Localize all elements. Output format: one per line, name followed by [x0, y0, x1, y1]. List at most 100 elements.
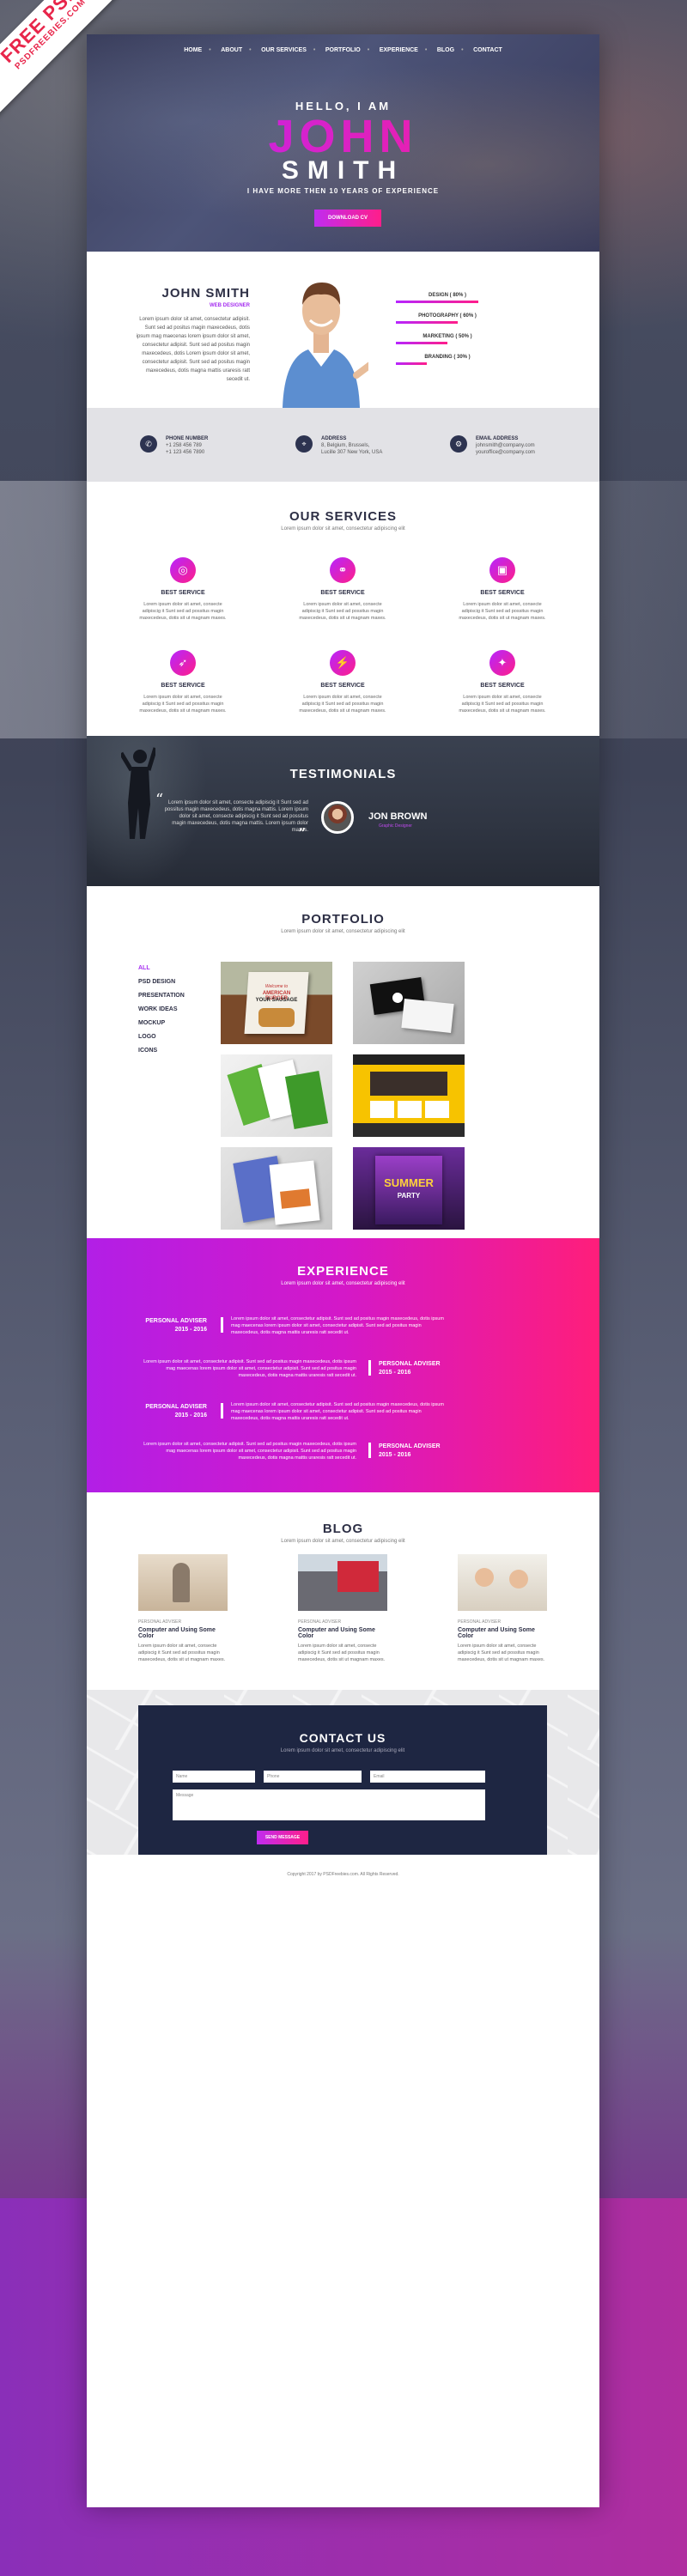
- testimonials-section: TESTIMONIALS “ Lorem ipsum dolor sit ame…: [87, 736, 599, 886]
- job-title: PERSONAL ADVISER: [379, 1443, 441, 1449]
- phone-field[interactable]: Phone: [264, 1771, 362, 1783]
- service-card[interactable]: ▣ BEST SERVICE Lorem ipsum dolor sit amet,…: [458, 557, 547, 622]
- service-card[interactable]: ⚡ BEST SERVICE Lorem ipsum dolor sit amet,…: [298, 650, 387, 714]
- email-field[interactable]: Email: [370, 1771, 485, 1783]
- nav-about[interactable]: ABOUT: [209, 47, 252, 53]
- services-title: OUR SERVICES: [289, 509, 398, 524]
- experience-job-1: PERSONAL ADVISER 2015 - 2016: [138, 1317, 207, 1334]
- job-title: PERSONAL ADVISER: [145, 1404, 207, 1410]
- hero-last-name: SMITH: [281, 156, 405, 185]
- service-card[interactable]: ⚭ BEST SERVICE Lorem ipsum dolor sit amet,…: [298, 557, 387, 622]
- picture-icon: ▣: [489, 557, 515, 583]
- skill-bar: [396, 301, 478, 303]
- testimonial-name: JON BROWN: [368, 811, 428, 822]
- portfolio-item-menu[interactable]: Welcome to AMERICAN BURGER YOUR SAUSAGE: [221, 962, 332, 1044]
- quote-close-icon: ”: [298, 825, 307, 843]
- experience-section: EXPERIENCE Lorem ipsum dolor sit amet, c…: [87, 1238, 599, 1492]
- service-card[interactable]: ✦ BEST SERVICE Lorem ipsum dolor sit amet,…: [458, 650, 547, 714]
- skill-design: DESIGN ( 80% ): [396, 293, 499, 303]
- name-field[interactable]: Name: [173, 1771, 255, 1783]
- link-icon: ⚭: [330, 557, 356, 583]
- filter-all[interactable]: ALL: [138, 965, 185, 971]
- send-message-button[interactable]: SEND MESSAGE: [257, 1831, 308, 1844]
- contact-email-1[interactable]: johnsmith@company.com: [476, 443, 535, 448]
- portfolio-subtitle: Lorem ipsum dolor sit amet, consectetur …: [281, 929, 405, 934]
- portfolio-item-magazine[interactable]: [221, 1147, 332, 1230]
- experience-text-3: Lorem ipsum dolor sit amet, consectetur …: [231, 1402, 444, 1421]
- blog-image: [458, 1554, 547, 1611]
- phone-icon: ✆: [140, 435, 157, 453]
- about-name: JOHN SMITH: [161, 286, 250, 301]
- nav-home[interactable]: HOME: [174, 47, 211, 53]
- contact-phone: ✆ PHONE NUMBER +1 258 456 789 +1 123 456 7…: [140, 435, 208, 456]
- blog-post-title[interactable]: Computer and Using Some Color: [298, 1627, 387, 1639]
- blog-post-title[interactable]: Computer and Using Some Color: [458, 1627, 547, 1639]
- skill-label: DESIGN ( 80% ): [428, 293, 466, 298]
- blog-post[interactable]: PERSONAL ADVISER Computer and Using Some…: [458, 1554, 547, 1663]
- silhouette-figure: [121, 747, 155, 839]
- contact-form: CONTACT US Lorem ipsum dolor sit amet, c…: [138, 1705, 547, 1855]
- profile-photo: [283, 283, 368, 408]
- nav-portfolio[interactable]: PORTFOLIO: [313, 47, 370, 53]
- share-icon: ⚙: [450, 435, 467, 453]
- filter-presentation[interactable]: PRESENTATION: [138, 993, 185, 999]
- nav-services[interactable]: OUR SERVICES: [249, 47, 316, 53]
- skill-label: PHOTOGRAPHY ( 60% ): [418, 313, 477, 319]
- experience-divider: [221, 1317, 223, 1333]
- nav-contact[interactable]: CONTACT: [461, 47, 512, 53]
- download-cv-button[interactable]: DOWNLOAD CV: [314, 210, 381, 227]
- portfolio-item-business-cards[interactable]: [353, 962, 465, 1044]
- experience-job-4: PERSONAL ADVISER 2015 - 2016: [379, 1443, 447, 1460]
- filter-work-ideas[interactable]: WORK IDEAS: [138, 1006, 185, 1012]
- portfolio-item-summer-party[interactable]: SUMMER PARTY: [353, 1147, 465, 1230]
- service-title: BEST SERVICE: [480, 590, 525, 596]
- contact-subtitle: Lorem ipsum dolor sit amet, consectetur …: [280, 1748, 405, 1753]
- filter-mockup[interactable]: MOCKUP: [138, 1020, 185, 1026]
- blog-subtitle: Lorem ipsum dolor sit amet, consectetur …: [281, 1539, 405, 1544]
- blog-title: BLOG: [322, 1522, 364, 1536]
- experience-divider: [368, 1443, 371, 1458]
- about-section: JOHN SMITH WEB DESIGNER Lorem ipsum dolo…: [87, 252, 599, 408]
- filter-logo[interactable]: LOGO: [138, 1034, 185, 1040]
- skill-bar: [396, 321, 458, 324]
- footer-copyright: Copyright 2017 by PSDFreebies.com. All R…: [87, 1855, 599, 1896]
- message-field[interactable]: Message: [173, 1789, 485, 1820]
- testimonial-role: Graphic Designer: [379, 823, 412, 829]
- contact-email-2[interactable]: youroffice@company.com: [476, 450, 535, 455]
- blog-section: BLOG Lorem ipsum dolor sit amet, consect…: [87, 1492, 599, 1690]
- portfolio-item-website[interactable]: [353, 1054, 465, 1137]
- service-title: BEST SERVICE: [480, 683, 525, 689]
- filter-psd-design[interactable]: PSD DESIGN: [138, 979, 185, 985]
- blog-post[interactable]: PERSONAL ADVISER Computer and Using Some…: [138, 1554, 228, 1663]
- service-card[interactable]: ◎ BEST SERVICE Lorem ipsum dolor sit amet,…: [138, 557, 228, 622]
- skill-photography: PHOTOGRAPHY ( 60% ): [396, 313, 499, 324]
- nav-experience[interactable]: EXPERIENCE: [368, 47, 428, 53]
- portfolio-section: PORTFOLIO Lorem ipsum dolor sit amet, co…: [87, 886, 599, 1238]
- blog-post[interactable]: PERSONAL ADVISER Computer and Using Some…: [298, 1554, 387, 1663]
- experience-text-2: Lorem ipsum dolor sit amet, consectetur …: [143, 1359, 356, 1378]
- party-text: PARTY: [397, 1192, 421, 1200]
- blog-image: [298, 1554, 387, 1611]
- skill-bar: [396, 342, 447, 344]
- blog-post-title[interactable]: Computer and Using Some Color: [138, 1627, 228, 1639]
- contact-address-2: Lucille 307 New York, USA: [321, 450, 383, 455]
- service-card[interactable]: ➶ BEST SERVICE Lorem ipsum dolor sit amet,…: [138, 650, 228, 714]
- job-title: PERSONAL ADVISER: [145, 1318, 207, 1324]
- job-years: 2015 - 2016: [379, 1452, 411, 1458]
- blog-category: PERSONAL ADVISER: [298, 1619, 342, 1625]
- contact-address-title: ADDRESS: [321, 436, 347, 441]
- experience-job-2: PERSONAL ADVISER 2015 - 2016: [379, 1360, 447, 1377]
- nav-blog[interactable]: BLOG: [425, 47, 464, 53]
- summer-text: SUMMER: [384, 1176, 434, 1189]
- hero-section: HOME ABOUT OUR SERVICES PORTFOLIO EXPERI…: [87, 34, 599, 252]
- service-text: Lorem ipsum dolor sit amet, consecte adi…: [139, 695, 227, 714]
- contact-phone-title: PHONE NUMBER: [166, 436, 209, 441]
- main-nav: HOME ABOUT OUR SERVICES PORTFOLIO EXPERI…: [87, 34, 599, 65]
- contact-info-section: ✆ PHONE NUMBER +1 258 456 789 +1 123 456 7…: [87, 408, 599, 482]
- filter-icons[interactable]: ICONS: [138, 1048, 185, 1054]
- service-text: Lorem ipsum dolor sit amet, consecte adi…: [459, 695, 546, 714]
- experience-subtitle: Lorem ipsum dolor sit amet, consectetur …: [281, 1281, 405, 1286]
- portfolio-item-brochure[interactable]: [221, 1054, 332, 1137]
- service-text: Lorem ipsum dolor sit amet, consecte adi…: [299, 695, 386, 714]
- skill-label: MARKETING ( 50% ): [423, 334, 472, 339]
